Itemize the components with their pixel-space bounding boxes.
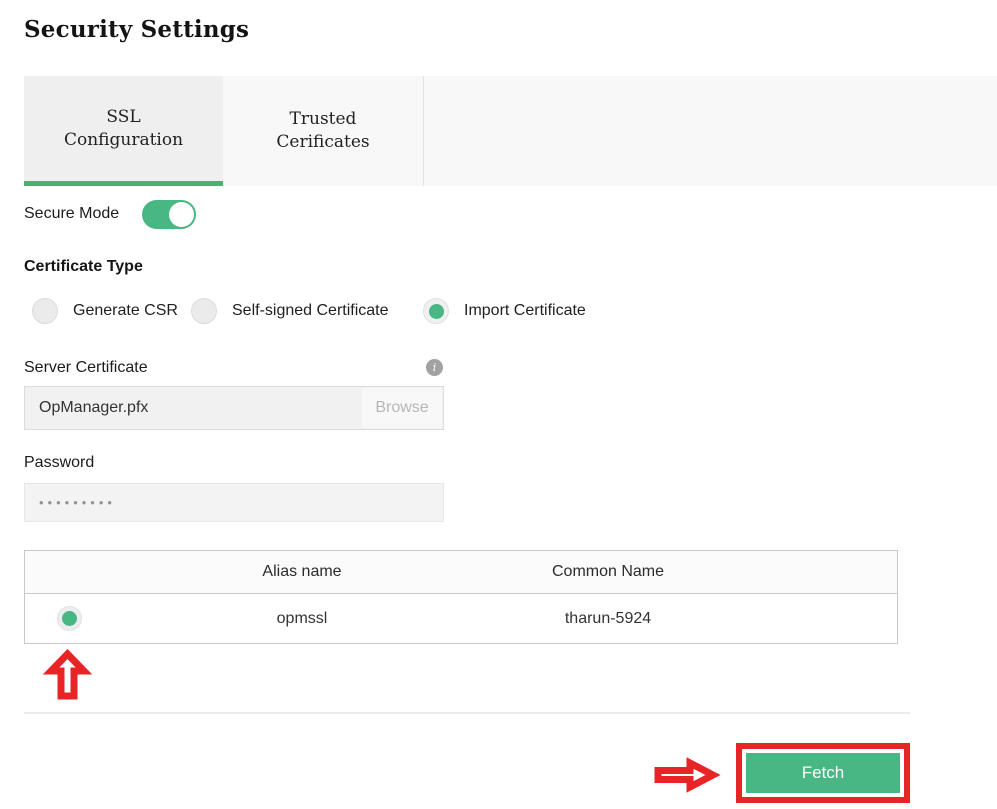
- tab-trusted-certificates-label: Trusted Cerificates: [258, 108, 388, 154]
- toggle-knob-icon: [169, 202, 194, 227]
- server-certificate-input[interactable]: OpManager.pfx Browse: [24, 386, 444, 430]
- secure-mode-label: Secure Mode: [24, 205, 119, 223]
- certificate-type-label: Certificate Type: [24, 258, 143, 276]
- password-masked-value: •••••••••: [25, 484, 443, 521]
- browse-button[interactable]: Browse: [362, 388, 442, 428]
- certificate-table-header: Alias name Common Name: [25, 551, 897, 594]
- header-alias-name: Alias name: [155, 563, 449, 581]
- import-certificate-radio[interactable]: [423, 298, 449, 324]
- tab-ssl-configuration-label: SSL Configuration: [59, 106, 189, 152]
- self-signed-radio[interactable]: [191, 298, 217, 324]
- self-signed-label: Self-signed Certificate: [232, 302, 389, 320]
- radio-group-generate-csr: Generate CSR: [32, 298, 178, 324]
- radio-group-import-certificate: Import Certificate: [423, 298, 586, 324]
- page-title: Security Settings: [24, 16, 249, 43]
- common-name-cell: tharun-5924: [449, 610, 767, 628]
- generate-csr-radio[interactable]: [32, 298, 58, 324]
- fetch-button[interactable]: Fetch: [746, 753, 900, 793]
- alias-name-cell: opmssl: [155, 610, 449, 628]
- tab-bar-filler: [424, 76, 997, 186]
- tab-bar: SSL Configuration Trusted Cerificates: [24, 76, 997, 186]
- annotation-right-arrow-icon: [653, 757, 721, 793]
- header-common-name: Common Name: [449, 563, 767, 581]
- password-field[interactable]: •••••••••: [24, 483, 444, 522]
- info-icon[interactable]: i: [426, 359, 443, 376]
- certificate-table: Alias name Common Name opmssl tharun-592…: [24, 550, 898, 644]
- radio-group-self-signed: Self-signed Certificate: [191, 298, 389, 324]
- annotation-highlight-box: Fetch: [736, 743, 910, 803]
- tab-ssl-configuration[interactable]: SSL Configuration: [24, 76, 223, 186]
- secure-mode-toggle[interactable]: [142, 200, 196, 229]
- import-certificate-label: Import Certificate: [464, 302, 586, 320]
- annotation-up-arrow-icon: [46, 649, 89, 702]
- table-row[interactable]: opmssl tharun-5924: [25, 594, 897, 643]
- alias-select-radio[interactable]: [57, 606, 82, 631]
- tab-trusted-certificates[interactable]: Trusted Cerificates: [223, 76, 424, 186]
- radio-dot-icon: [62, 611, 77, 626]
- generate-csr-label: Generate CSR: [73, 302, 178, 320]
- server-certificate-label: Server Certificate: [24, 359, 148, 377]
- section-divider: [24, 712, 910, 714]
- password-label: Password: [24, 454, 94, 472]
- radio-dot-icon: [429, 304, 444, 319]
